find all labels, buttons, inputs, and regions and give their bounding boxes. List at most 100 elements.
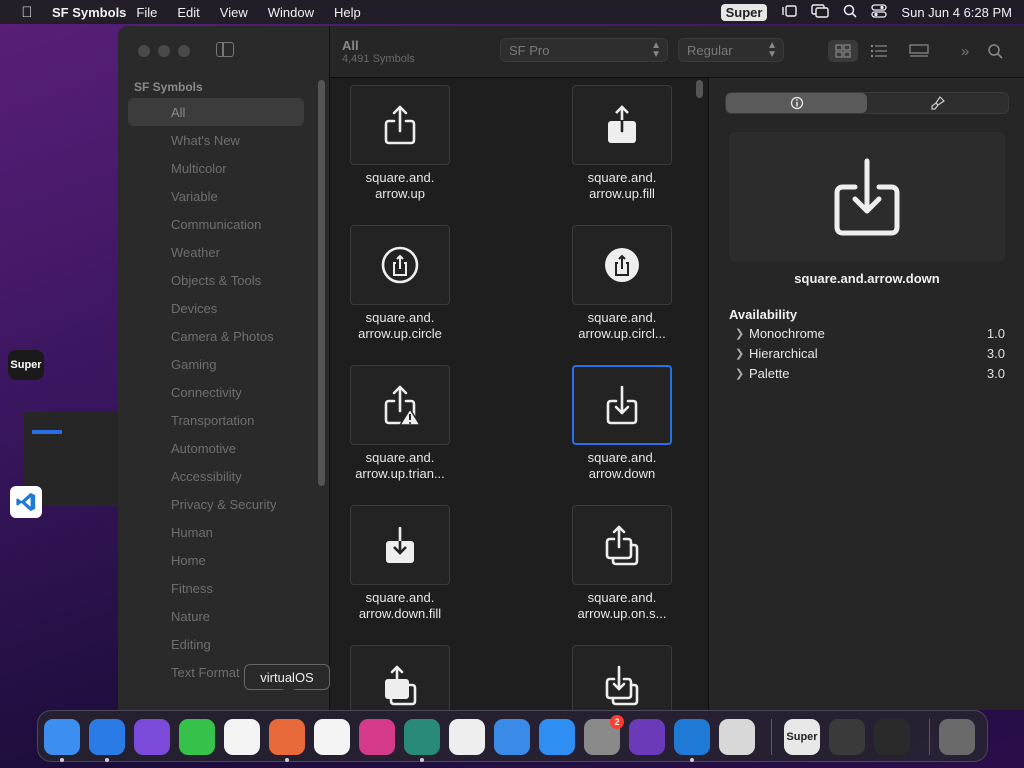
- super-desktop-widget[interactable]: Super: [8, 350, 44, 380]
- symbol-tile[interactable]: [572, 225, 672, 305]
- symbol-tile[interactable]: [572, 645, 672, 710]
- menu-window[interactable]: Window: [258, 5, 324, 20]
- dock-vs-code-icon[interactable]: [674, 719, 710, 755]
- sidebar-item-automotive[interactable]: Automotive: [128, 434, 304, 462]
- sidebar-scrollbar[interactable]: [318, 80, 325, 486]
- dock-safari-icon[interactable]: [89, 719, 125, 755]
- symbol-tile[interactable]: [350, 505, 450, 585]
- symbol-cell[interactable]: square.and. arrow.down.fill: [330, 505, 470, 622]
- vscode-stage-icon[interactable]: [10, 486, 42, 518]
- stage-manager-icon[interactable]: [781, 4, 798, 21]
- symbol-cell[interactable]: square.and. arrow.up.on.s...: [552, 505, 692, 622]
- dock-app-store-icon[interactable]: [539, 719, 575, 755]
- symbol-tile[interactable]: [572, 505, 672, 585]
- dock-tooltip: virtualOS: [244, 664, 330, 696]
- dock-super-icon[interactable]: Super: [784, 719, 820, 755]
- symbol-tile[interactable]: [350, 645, 450, 710]
- symbol-tile[interactable]: [572, 85, 672, 165]
- symbol-cell[interactable]: [330, 645, 470, 710]
- dock-xcode-tools-icon[interactable]: [404, 719, 440, 755]
- font-select[interactable]: SF Pro ▲ ▼: [500, 38, 668, 62]
- symbol-cell[interactable]: square.and. arrow.up.trian...: [330, 365, 470, 482]
- sidebar-item-camera-photos[interactable]: Camera & Photos: [128, 322, 304, 350]
- symbol-tile[interactable]: [572, 365, 672, 445]
- weight-select[interactable]: Regular ▲ ▼: [678, 38, 784, 62]
- dock-system-settings-icon[interactable]: 2: [584, 715, 624, 755]
- paintbrush-tab[interactable]: [867, 93, 1008, 113]
- sidebar-toggle-icon[interactable]: [216, 42, 234, 57]
- super-menu-extra[interactable]: Super: [720, 3, 768, 21]
- sidebar-item-home[interactable]: Home: [128, 546, 304, 574]
- dock-messages-icon[interactable]: [179, 719, 215, 755]
- sidebar-item-connectivity[interactable]: Connectivity: [128, 378, 304, 406]
- sidebar-item-privacy-security[interactable]: Privacy & Security: [128, 490, 304, 518]
- sidebar-item-human[interactable]: Human: [128, 518, 304, 546]
- sidebar-item-multicolor[interactable]: Multicolor: [128, 154, 304, 182]
- dock-freeform-icon[interactable]: [224, 719, 260, 755]
- sidebar-item-accessibility[interactable]: Accessibility: [128, 462, 304, 490]
- dock-weather-icon[interactable]: [494, 719, 530, 755]
- spotlight-search-icon[interactable]: [843, 4, 857, 21]
- control-center-icon[interactable]: [871, 3, 888, 21]
- sidebar-item-editing[interactable]: Editing: [128, 630, 304, 658]
- menu-help[interactable]: Help: [324, 5, 371, 20]
- dock-shortcuts-icon[interactable]: [359, 719, 395, 755]
- gallery-view-button[interactable]: [904, 40, 934, 62]
- symbol-cell[interactable]: square.and. arrow.up: [330, 85, 470, 202]
- dock-script-editor-icon[interactable]: [314, 719, 350, 755]
- sidebar-item-whats-new[interactable]: What's New: [128, 126, 304, 154]
- symbol-tile[interactable]: [350, 365, 450, 445]
- sidebar-item-label: Editing: [171, 636, 211, 652]
- close-button[interactable]: [138, 45, 150, 57]
- menu-app-name[interactable]: SF Symbols: [44, 5, 126, 20]
- windows-icon[interactable]: [811, 3, 830, 21]
- chevron-updown-icon: ▲ ▼: [767, 40, 777, 60]
- sidebar-item-nature[interactable]: Nature: [128, 602, 304, 630]
- dock-chess-icon[interactable]: [874, 719, 910, 755]
- dock-pixel-person-icon[interactable]: [829, 719, 865, 755]
- menu-clock[interactable]: Sun Jun 4 6:28 PM: [901, 5, 1012, 20]
- symbol-cell[interactable]: [552, 645, 692, 710]
- grid-scrollbar[interactable]: [696, 80, 703, 98]
- symbol-tile[interactable]: [350, 85, 450, 165]
- apple-menu-icon[interactable]: : [10, 4, 44, 21]
- dock-launchpad-icon[interactable]: [719, 719, 755, 755]
- search-button[interactable]: [980, 40, 1010, 62]
- dock-visual-studio-icon[interactable]: [629, 719, 665, 755]
- sidebar-item-weather[interactable]: Weather: [128, 238, 304, 266]
- sidebar-item-devices[interactable]: Devices: [128, 294, 304, 322]
- menu-edit[interactable]: Edit: [167, 5, 209, 20]
- symbol-tile[interactable]: [350, 225, 450, 305]
- grid-view-button[interactable]: [828, 40, 858, 62]
- more-toolbar-button[interactable]: »: [950, 40, 980, 62]
- dock-script-kit-icon[interactable]: [449, 719, 485, 755]
- menu-file[interactable]: File: [126, 5, 167, 20]
- list-view-button[interactable]: [864, 40, 894, 62]
- dock-notchmeister-icon[interactable]: [134, 719, 170, 755]
- notification-badge: 2: [610, 715, 624, 729]
- symbol-cell[interactable]: square.and. arrow.up.fill: [552, 85, 692, 202]
- availability-row-monochrome[interactable]: ❯ Monochrome 1.0: [735, 323, 1005, 343]
- sidebar-item-transportation[interactable]: Transportation: [128, 406, 304, 434]
- dock-finder-icon[interactable]: [44, 719, 80, 755]
- menu-view[interactable]: View: [210, 5, 258, 20]
- dock-trash-icon[interactable]: [939, 719, 975, 755]
- minimize-button[interactable]: [158, 45, 170, 57]
- sidebar-item-all[interactable]: All: [128, 98, 304, 126]
- availability-row-hierarchical[interactable]: ❯ Hierarchical 3.0: [735, 343, 1005, 363]
- symbol-cell[interactable]: square.and. arrow.down: [552, 365, 692, 482]
- availability-version: 3.0: [986, 365, 1005, 381]
- zoom-button[interactable]: [178, 45, 190, 57]
- sidebar-item-label: Camera & Photos: [171, 328, 274, 344]
- symbol-cell[interactable]: square.and. arrow.up.circle: [330, 225, 470, 342]
- symbol-cell[interactable]: square.and. arrow.up.circl...: [552, 225, 692, 342]
- dock-virtualos-icon[interactable]: [269, 719, 305, 755]
- symbol-name: square.and. arrow.up.fill: [587, 170, 657, 201]
- info-tab[interactable]: [726, 93, 867, 113]
- sidebar-item-communication[interactable]: Communication: [128, 210, 304, 238]
- sidebar-item-fitness[interactable]: Fitness: [128, 574, 304, 602]
- sidebar-item-gaming[interactable]: Gaming: [128, 350, 304, 378]
- sidebar-item-objects-tools[interactable]: Objects & Tools: [128, 266, 304, 294]
- availability-row-palette[interactable]: ❯ Palette 3.0: [735, 363, 1005, 383]
- sidebar-item-variable[interactable]: Variable: [128, 182, 304, 210]
